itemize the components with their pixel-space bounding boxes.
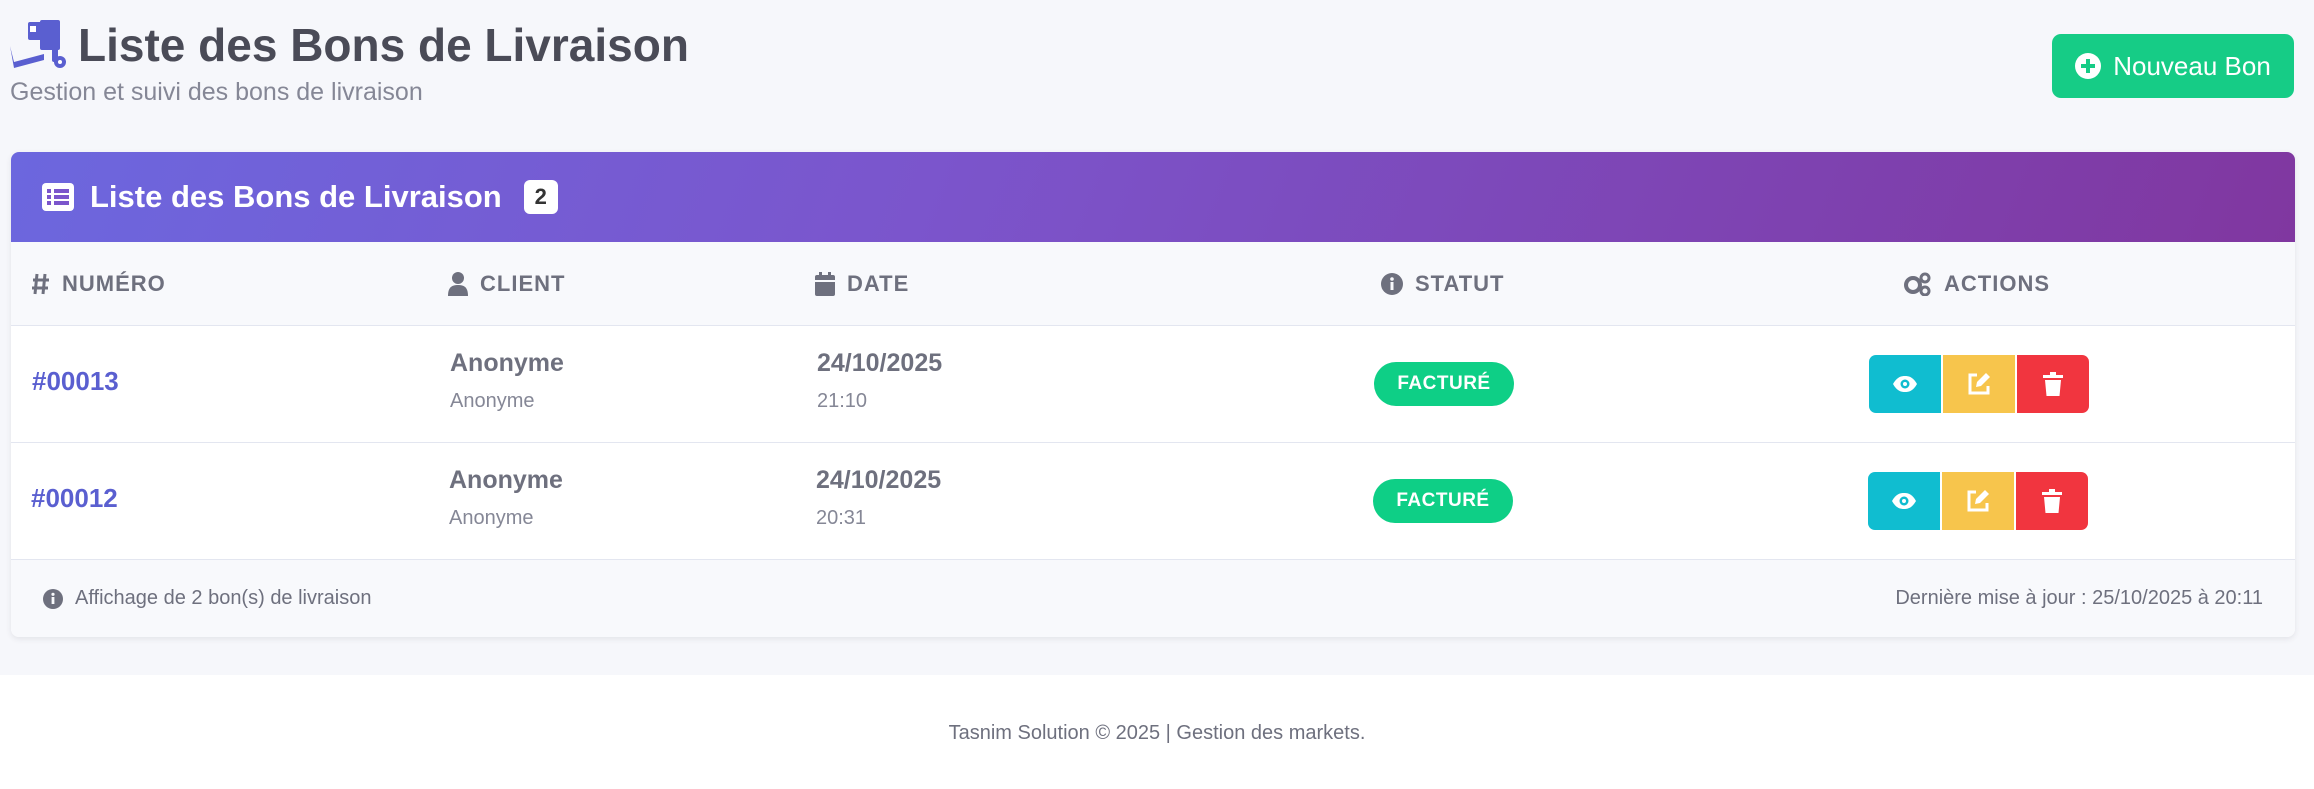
delivery-time: 20:31 xyxy=(816,507,867,529)
card-footer: Affichage de 2 bon(s) de livraison Derni… xyxy=(11,560,2295,637)
view-button[interactable] xyxy=(1868,472,1940,530)
list-icon xyxy=(42,183,74,211)
calendar-icon xyxy=(815,271,835,296)
page-title: Liste des Bons de Livraison xyxy=(78,19,689,71)
column-label-client: CLIENT xyxy=(480,270,566,296)
view-button[interactable] xyxy=(1869,355,1941,413)
row-actions xyxy=(1869,355,2089,413)
trash-icon xyxy=(2043,372,2063,396)
client-name: Anonyme xyxy=(450,349,564,377)
cogs-icon xyxy=(1904,272,1931,296)
table-header: NUMÉRO CLIENT DATE STATUT ACTIONS xyxy=(11,242,2295,326)
delivery-list-card: Liste des Bons de Livraison 2 NUMÉRO CLI… xyxy=(11,152,2295,637)
row-actions xyxy=(1868,472,2088,530)
plus-circle-icon xyxy=(2075,53,2102,79)
page-header: Liste des Bons de Livraison Gestion et s… xyxy=(10,18,689,107)
count-badge: 2 xyxy=(523,180,558,214)
trash-icon xyxy=(2042,489,2062,513)
column-header-statut: STATUT xyxy=(1381,242,1505,325)
column-header-numero: NUMÉRO xyxy=(32,242,166,325)
status-badge: FACTURÉ xyxy=(1373,479,1513,523)
user-icon xyxy=(448,271,468,296)
delivery-number-link[interactable]: #00012 xyxy=(31,483,118,513)
new-delivery-button-label: Nouveau Bon xyxy=(2113,50,2271,81)
eye-icon xyxy=(1893,376,1917,392)
column-header-actions: ACTIONS xyxy=(1904,242,2050,325)
edit-button[interactable] xyxy=(1942,472,2014,530)
table-row: #00013 Anonyme Anonyme 24/10/2025 21:10 … xyxy=(11,326,2295,443)
edit-button[interactable] xyxy=(1943,355,2015,413)
column-header-client: CLIENT xyxy=(448,242,565,325)
dolly-icon xyxy=(10,20,66,68)
client-sub: Anonyme xyxy=(449,507,534,529)
eye-icon xyxy=(1892,493,1916,509)
delivery-date: 24/10/2025 xyxy=(816,466,942,494)
content-area: Liste des Bons de Livraison Gestion et s… xyxy=(0,0,2314,675)
edit-icon xyxy=(1968,373,1990,395)
delete-button[interactable] xyxy=(2017,355,2089,413)
card-title: Liste des Bons de Livraison xyxy=(90,179,502,214)
info-circle-icon xyxy=(43,588,63,609)
column-label-actions: ACTIONS xyxy=(1944,270,2050,296)
page-footer: Tasnim Solution © 2025 | Gestion des mar… xyxy=(948,722,1366,744)
column-label-statut: STATUT xyxy=(1415,270,1505,296)
record-count-text: Affichage de 2 bon(s) de livraison xyxy=(75,587,372,609)
column-label-numero: NUMÉRO xyxy=(62,270,166,296)
column-label-date: DATE xyxy=(847,270,910,296)
delivery-date: 24/10/2025 xyxy=(817,349,943,377)
info-circle-icon xyxy=(1381,272,1403,295)
last-updated-text: Dernière mise à jour : 25/10/2025 à 20:1… xyxy=(1895,587,2263,609)
client-name: Anonyme xyxy=(449,466,563,494)
delivery-time: 21:10 xyxy=(817,390,868,412)
column-header-date: DATE xyxy=(815,242,909,325)
new-delivery-button[interactable]: Nouveau Bon xyxy=(2052,34,2294,98)
edit-icon xyxy=(1967,490,1989,512)
page-subtitle: Gestion et suivi des bons de livraison xyxy=(10,78,423,106)
status-badge: FACTURÉ xyxy=(1374,362,1514,406)
card-header: Liste des Bons de Livraison 2 xyxy=(11,152,2295,242)
delivery-number-link[interactable]: #00013 xyxy=(32,366,119,396)
hashtag-icon xyxy=(32,273,49,294)
table-row: #00012 Anonyme Anonyme 24/10/2025 20:31 … xyxy=(11,443,2295,560)
client-sub: Anonyme xyxy=(450,390,535,412)
delete-button[interactable] xyxy=(2016,472,2088,530)
